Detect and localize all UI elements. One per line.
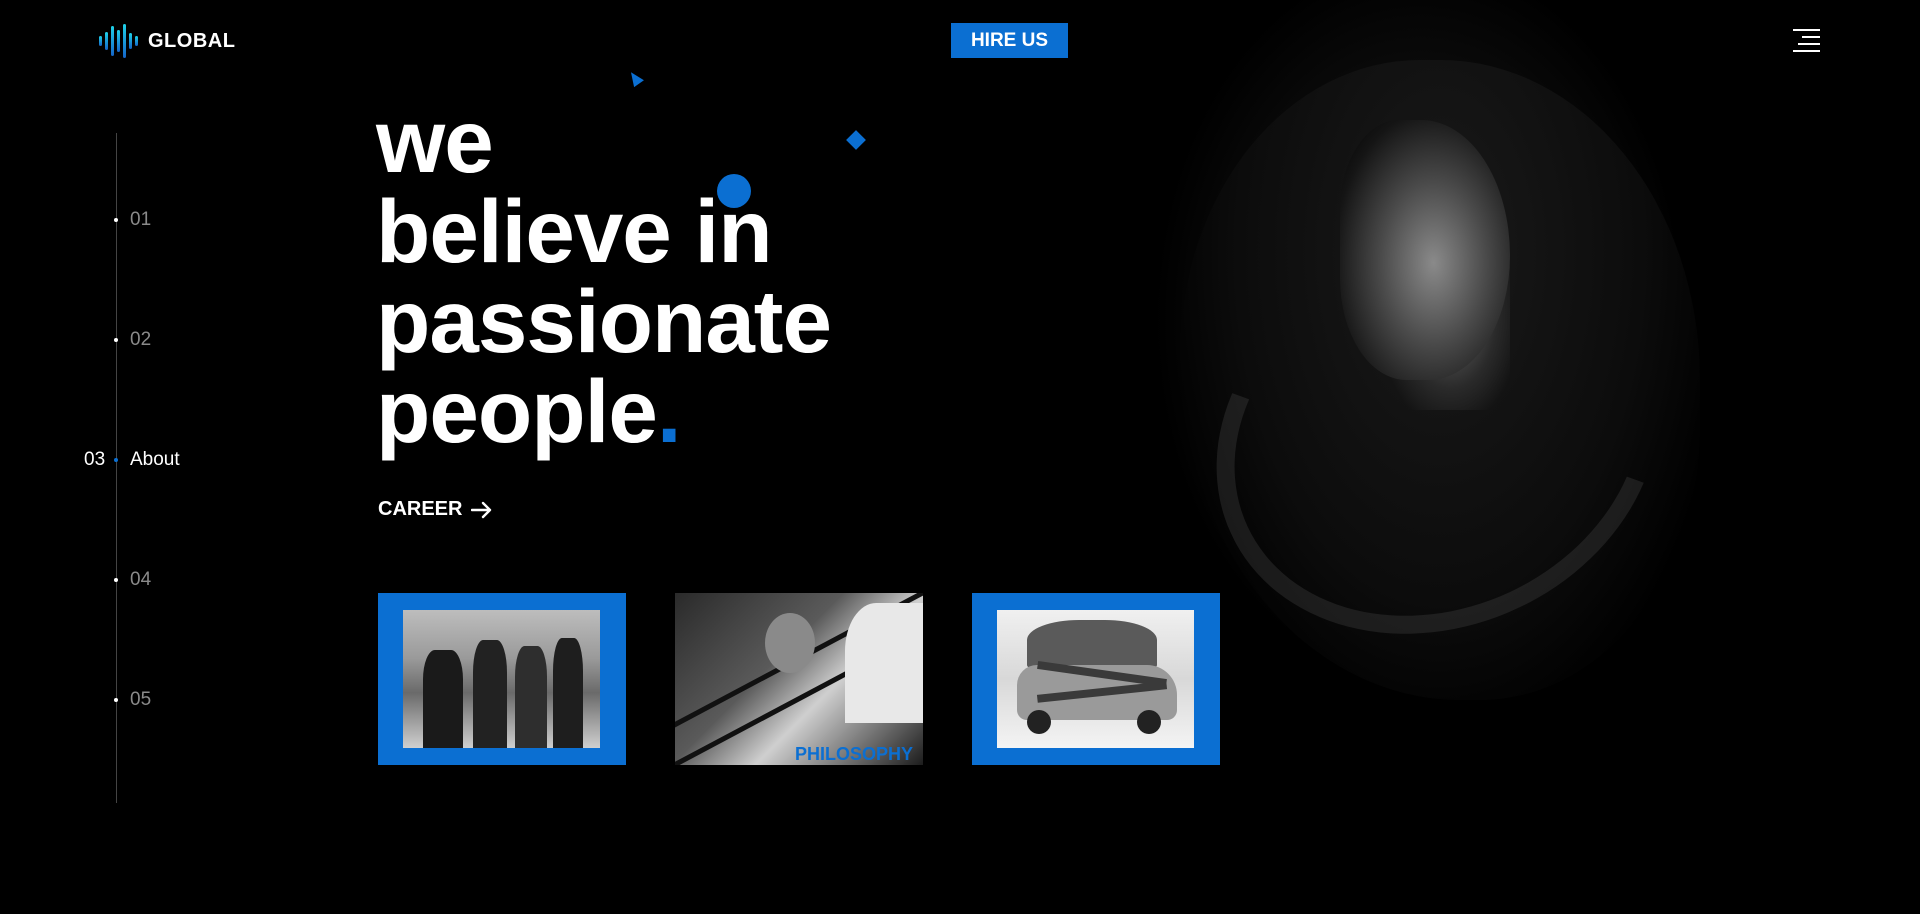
thumbnail-label: PHILOSOPHY bbox=[794, 744, 913, 764]
nav-number: 05 bbox=[130, 689, 152, 710]
nav-number: 03 bbox=[84, 449, 106, 470]
headline-line: we bbox=[376, 91, 494, 191]
hire-us-button[interactable]: HIRE US bbox=[951, 23, 1068, 58]
hero-headline: we believe in passionate people. bbox=[376, 91, 832, 456]
career-link[interactable]: CAREER bbox=[378, 498, 493, 521]
arrow-right-icon bbox=[471, 501, 492, 518]
nav-dot bbox=[114, 458, 118, 462]
side-nav-item-05[interactable]: 05 bbox=[0, 688, 220, 712]
nav-dot bbox=[114, 218, 118, 222]
nav-dot bbox=[114, 578, 118, 582]
nav-dot bbox=[114, 698, 118, 702]
career-label: CAREER bbox=[378, 498, 463, 520]
nav-number: 01 bbox=[130, 209, 152, 230]
boxing-photo bbox=[675, 593, 923, 765]
gallery-thumbnail-surfers[interactable] bbox=[972, 593, 1220, 765]
nav-number: 04 bbox=[130, 569, 152, 590]
decorative-triangle bbox=[626, 68, 644, 88]
decorative-diamond bbox=[846, 130, 866, 150]
decorative-dot bbox=[717, 174, 751, 208]
headline-word: people bbox=[376, 361, 658, 461]
hamburger-menu-icon[interactable] bbox=[1793, 29, 1820, 53]
soundwave-logo-icon bbox=[99, 24, 138, 58]
nav-dot bbox=[114, 338, 118, 342]
side-nav-item-about[interactable]: 03 About bbox=[0, 448, 220, 472]
nav-number: 02 bbox=[130, 329, 152, 350]
side-nav-item-04[interactable]: 04 bbox=[0, 568, 220, 592]
headline-line-last: people. bbox=[376, 366, 831, 456]
gallery-thumbnail-street[interactable] bbox=[378, 593, 626, 765]
gallery-thumbnail-philosophy[interactable]: PHILOSOPHY bbox=[675, 593, 923, 765]
surfers-on-car-photo bbox=[997, 610, 1194, 748]
nav-label: About bbox=[130, 449, 180, 470]
side-nav-item-01[interactable]: 01 bbox=[0, 208, 220, 232]
headline-period: . bbox=[656, 361, 682, 461]
brand-name: GLOBAL bbox=[148, 29, 236, 52]
hero-portrait-image bbox=[1000, 0, 1920, 914]
headline-line: believe in bbox=[376, 181, 773, 281]
side-nav-item-02[interactable]: 02 bbox=[0, 328, 220, 352]
brand-logo[interactable]: GLOBAL bbox=[99, 24, 235, 58]
street-photo bbox=[403, 610, 600, 748]
headline-line: passionate bbox=[376, 271, 832, 371]
